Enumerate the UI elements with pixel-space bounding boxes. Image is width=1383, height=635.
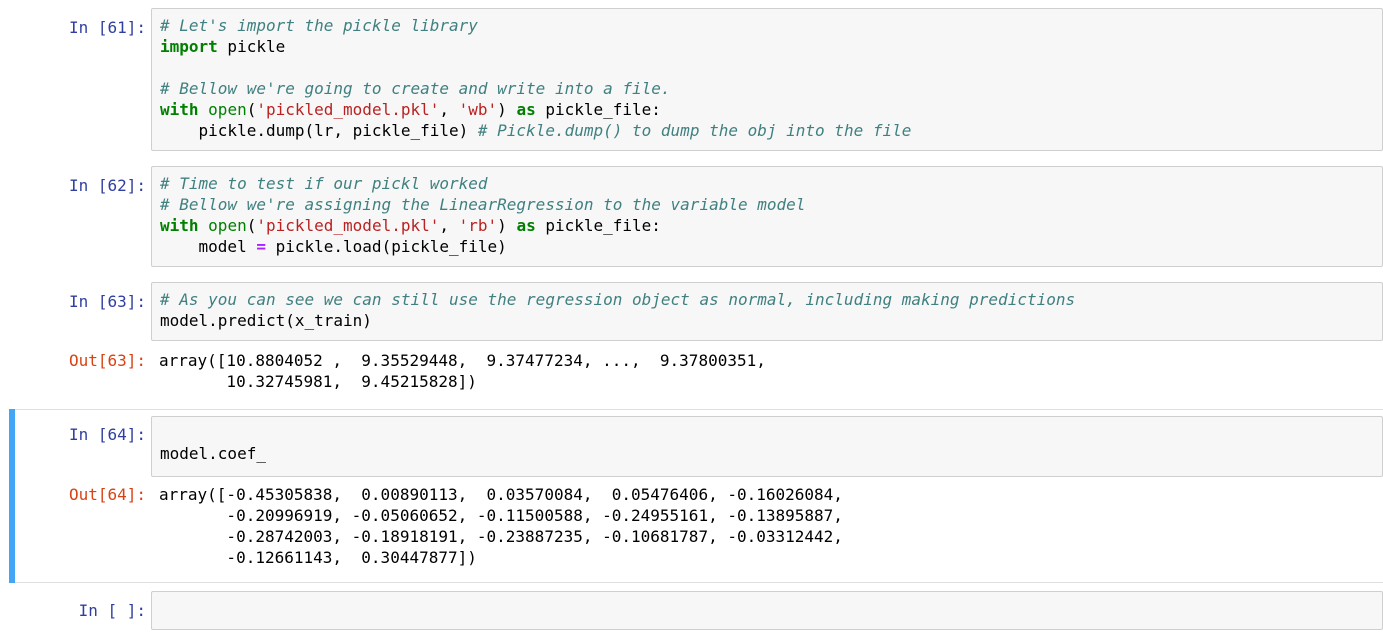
cell-output: array([10.8804052 , 9.35529448, 9.374772…	[159, 351, 766, 391]
code-cell-empty[interactable]: In [ ]:	[0, 591, 1383, 631]
code-lines: # Time to test if our pickl worked # Bell…	[160, 173, 805, 257]
code-line: # Bellow we're assigning the LinearRegre…	[160, 194, 805, 215]
code-token: # Bellow we're going to create and write…	[160, 79, 671, 98]
code-cell-64[interactable]: In [64]: model.coef_ Out[64]: array([-0.…	[0, 409, 1383, 583]
code-editor[interactable]	[151, 591, 1383, 630]
code-cell-62[interactable]: In [62]: # Time to test if our pickl wor…	[0, 166, 1383, 267]
output-prompt: Out[63]:	[68, 351, 146, 370]
code-token: with	[160, 100, 199, 119]
code-lines: model.coef_	[160, 422, 266, 464]
code-line: with open('pickled_model.pkl', 'rb') as …	[160, 215, 805, 236]
code-token: )	[497, 100, 517, 119]
code-editor[interactable]: # Time to test if our pickl worked # Bell…	[151, 166, 1383, 267]
code-line: model.coef_	[160, 443, 266, 464]
code-line: # Time to test if our pickl worked	[160, 173, 805, 194]
code-token: 'rb'	[458, 216, 498, 235]
code-token: pickle.dump(lr, pickle_file)	[160, 121, 478, 140]
code-token: pickle.load(pickle_file)	[265, 237, 507, 256]
code-token: model.predict(x_train)	[160, 311, 372, 330]
code-cell-63[interactable]: In [63]: # As you can see we can still u…	[0, 282, 1383, 398]
code-lines: # Let's import the pickle library import …	[160, 15, 911, 141]
code-token: pickle_file:	[535, 216, 661, 235]
input-prompt: In [61]:	[68, 18, 146, 37]
code-token: ,	[439, 100, 459, 119]
code-token: pickle	[217, 37, 286, 56]
input-prompt: In [ ]:	[78, 601, 146, 620]
code-line: pickle.dump(lr, pickle_file) # Pickle.du…	[160, 120, 912, 141]
code-token: # Bellow we're assigning the LinearRegre…	[160, 195, 806, 214]
code-token: open	[208, 216, 247, 235]
code-token: )	[497, 216, 517, 235]
code-token: pickle_file:	[535, 100, 661, 119]
code-line: import pickle	[160, 36, 911, 57]
code-line: model.predict(x_train)	[160, 310, 1075, 331]
code-token: =	[256, 237, 266, 256]
cell-output: array([-0.45305838, 0.00890113, 0.035700…	[159, 485, 843, 567]
input-prompt: In [63]:	[68, 292, 146, 311]
input-prompt: In [64]:	[68, 425, 146, 444]
code-lines: # As you can see we can still use the re…	[160, 289, 1075, 331]
code-token: model.coef_	[160, 444, 266, 463]
code-line: # Let's import the pickle library	[160, 15, 911, 36]
code-line: # As you can see we can still use the re…	[160, 289, 1075, 310]
code-token: # Pickle.dump() to dump the obj into the…	[477, 121, 912, 140]
code-token: import	[160, 37, 218, 56]
code-token: # As you can see we can still use the re…	[160, 290, 1076, 309]
code-line: with open('pickled_model.pkl', 'wb') as …	[160, 99, 911, 120]
code-token: # Let's import the pickle library	[160, 16, 478, 35]
code-token: as	[516, 100, 536, 119]
code-token: (	[246, 216, 257, 235]
code-cell-61[interactable]: In [61]: # Let's import the pickle libra…	[0, 8, 1383, 151]
code-editor[interactable]: model.coef_	[151, 416, 1383, 477]
code-token: 'pickled_model.pkl'	[256, 216, 440, 235]
code-token: 'wb'	[458, 100, 498, 119]
code-editor[interactable]: # Let's import the pickle library import …	[151, 8, 1383, 151]
input-prompt: In [62]:	[68, 176, 146, 195]
code-token: ,	[439, 216, 459, 235]
code-line: model = pickle.load(pickle_file)	[160, 236, 805, 257]
code-line: # Bellow we're going to create and write…	[160, 78, 911, 99]
output-prompt: Out[64]:	[68, 485, 146, 504]
code-token: model	[160, 237, 257, 256]
code-token: # Time to test if our pickl worked	[160, 174, 488, 193]
code-token: as	[516, 216, 536, 235]
code-token: with	[160, 216, 199, 235]
code-token: 'pickled_model.pkl'	[256, 100, 440, 119]
code-token: open	[208, 100, 247, 119]
code-editor[interactable]: # As you can see we can still use the re…	[151, 282, 1383, 341]
code-token: (	[246, 100, 257, 119]
